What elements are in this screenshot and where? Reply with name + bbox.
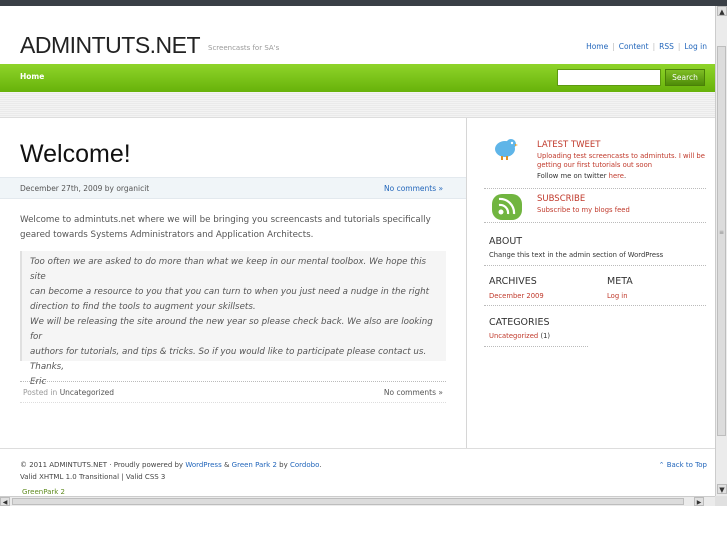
post-footer: Posted in Uncategorized No comments » [20, 381, 446, 403]
scrollbar-corner [715, 496, 727, 506]
top-link-content[interactable]: Content [619, 42, 649, 51]
scroll-right-arrow-icon[interactable]: ▶ [694, 497, 704, 506]
subscribe-text[interactable]: Subscribe to my blogs feed [537, 206, 630, 216]
divider [484, 222, 706, 223]
wordpress-link[interactable]: WordPress [185, 461, 221, 469]
decorative-stripe [0, 92, 715, 118]
quote-line: can become a resource to you that you ca… [30, 287, 430, 297]
posted-in-label: Posted in [23, 388, 58, 397]
grip-icon: ≡ [719, 229, 725, 236]
ampersand: & [223, 461, 230, 469]
back-to-top-link[interactable]: ⌃ Back to Top [659, 461, 707, 469]
site-header: ADMINTUTS.NET Screencasts for SA's Home … [0, 6, 715, 64]
top-link-login[interactable]: Log in [684, 42, 707, 51]
categories-heading: CATEGORIES [489, 317, 550, 328]
copyright: © 2011 ADMINTUTS.NET · Proudly powered b… [20, 461, 184, 469]
quote-line: Too often we are asked to do more than w… [30, 257, 427, 282]
separator: | [652, 42, 656, 51]
back-to-top-label: Back to Top [666, 461, 707, 469]
post-meta: December 27th, 2009 by organicit No comm… [0, 177, 466, 199]
scroll-left-arrow-icon[interactable]: ◀ [0, 497, 10, 506]
site-logo[interactable]: ADMINTUTS.NET [20, 32, 201, 59]
category-link[interactable]: Uncategorized [60, 388, 114, 397]
post-body: Welcome to admintuts.net where we will b… [20, 215, 431, 240]
divider [484, 188, 706, 189]
follow-text: Follow me on twitter here. [537, 172, 626, 180]
archives-heading: ARCHIVES [489, 276, 537, 287]
meta-heading: META [607, 276, 633, 287]
greenpark-logo: GreenPark 2 [22, 488, 66, 496]
chevron-up-icon: ⌃ [658, 461, 665, 469]
separator: | [612, 42, 615, 51]
archive-link[interactable]: December 2009 [489, 292, 544, 300]
horizontal-scroll-thumb[interactable] [12, 498, 684, 505]
nav-item-home[interactable]: Home [20, 72, 44, 81]
separator: | [677, 42, 681, 51]
horizontal-scrollbar[interactable]: ◀ ▶ [0, 496, 715, 506]
top-link-rss[interactable]: RSS [659, 42, 674, 51]
meta-login-link[interactable]: Log in [607, 292, 628, 300]
search-button[interactable]: Search [665, 69, 705, 86]
divider [484, 346, 588, 347]
tweet-text-2[interactable]: getting our first tutorials out soon [537, 161, 652, 171]
period: . [319, 461, 322, 469]
quote-line: We will be releasing the site around the… [30, 317, 433, 342]
quote-line: Thanks, [30, 362, 64, 372]
post-date: December 27th, 2009 by organicit [20, 184, 150, 193]
scroll-up-arrow-icon[interactable]: ▲ [717, 6, 727, 16]
vertical-scrollbar[interactable]: ▲ ≡ ▼ [715, 6, 727, 496]
subscribe-heading[interactable]: SUBSCRIBE [537, 194, 585, 204]
sidebar: LATEST TWEET Uploading test screencasts … [468, 118, 715, 448]
divider [484, 265, 706, 266]
post-title[interactable]: Welcome! [20, 140, 131, 169]
top-link-home[interactable]: Home [586, 42, 608, 51]
category-count: (1) [540, 332, 551, 340]
posted-in: Posted in Uncategorized [23, 388, 114, 397]
by-text: by [279, 461, 288, 469]
top-links: Home | Content | RSS | Log in [586, 42, 707, 51]
rss-feed-icon[interactable] [492, 194, 522, 220]
category-link[interactable]: Uncategorized [489, 332, 538, 340]
search-input[interactable] [557, 69, 661, 86]
main-nav: Home Search [0, 64, 715, 92]
greenpark-link[interactable]: Green Park 2 [232, 461, 277, 469]
scroll-down-arrow-icon[interactable]: ▼ [717, 484, 727, 494]
follow-prefix: Follow me on twitter [537, 172, 607, 180]
footer-credits: © 2011 ADMINTUTS.NET · Proudly powered b… [20, 461, 321, 469]
main-content: Welcome! December 27th, 2009 by organici… [0, 118, 467, 448]
latest-tweet-heading: LATEST TWEET [537, 140, 601, 150]
site-footer: © 2011 ADMINTUTS.NET · Proudly powered b… [0, 448, 715, 490]
footer-validity[interactable]: Valid XHTML 1.0 Transitional | Valid CSS… [20, 473, 165, 481]
divider [484, 305, 706, 306]
site-tagline: Screencasts for SA's [208, 44, 280, 52]
page: ADMINTUTS.NET Screencasts for SA's Home … [0, 6, 715, 490]
comments-link-bottom[interactable]: No comments » [384, 388, 443, 397]
about-text: Change this text in the admin section of… [489, 251, 664, 259]
follow-suffix: . [624, 172, 627, 180]
quote-line: authors for tutorials, and tips & tricks… [30, 347, 427, 357]
about-heading: ABOUT [489, 236, 523, 247]
comments-link[interactable]: No comments » [384, 184, 443, 193]
post-blockquote: Too often we are asked to do more than w… [20, 251, 446, 387]
follow-link[interactable]: here [609, 172, 624, 180]
author-link[interactable]: Cordobo [290, 461, 319, 469]
category-item: Uncategorized (1) [489, 332, 550, 340]
vertical-scroll-thumb[interactable] [717, 46, 726, 436]
twitter-bird-icon [495, 139, 518, 160]
quote-line: direction to find the tools to augment y… [30, 302, 256, 312]
